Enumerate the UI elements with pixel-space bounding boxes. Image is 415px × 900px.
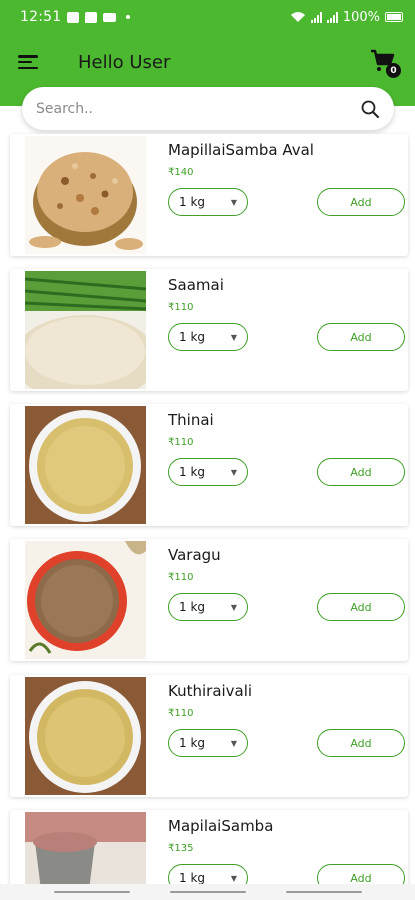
quantity-value: 1 kg — [179, 465, 206, 479]
quantity-value: 1 kg — [179, 736, 206, 750]
add-button[interactable]: Add — [317, 729, 405, 757]
status-bar: 12:51 100% — [0, 0, 415, 34]
product-name: Varagu — [168, 546, 221, 564]
nav-indicator-right[interactable] — [286, 891, 362, 893]
product-image-thinai — [25, 406, 146, 524]
menu-icon[interactable] — [18, 53, 40, 71]
add-button[interactable]: Add — [317, 593, 405, 621]
chevron-down-icon: ▼ — [230, 467, 237, 477]
product-card[interactable]: MapillaiSamba Aval ₹140 1 kg ▼ Add — [10, 134, 408, 256]
page-title: Hello User — [78, 51, 171, 73]
product-card[interactable]: Thinai ₹110 1 kg ▼ Add — [10, 404, 408, 526]
product-name: Saamai — [168, 276, 224, 294]
status-time: 12:51 — [20, 9, 62, 25]
product-name: Thinai — [168, 411, 214, 429]
product-name: Kuthiraivali — [168, 682, 253, 700]
quantity-value: 1 kg — [179, 330, 206, 344]
add-button[interactable]: Add — [317, 323, 405, 351]
product-card[interactable]: Saamai ₹110 1 kg ▼ Add — [10, 269, 408, 391]
chevron-down-icon: ▼ — [230, 197, 237, 207]
chevron-down-icon: ▼ — [230, 738, 237, 748]
chevron-down-icon: ▼ — [230, 602, 237, 612]
product-price: ₹135 — [168, 843, 194, 854]
product-price: ₹140 — [168, 167, 194, 178]
chevron-down-icon: ▼ — [230, 332, 237, 342]
battery-icon — [385, 12, 403, 22]
quantity-dropdown[interactable]: 1 kg ▼ — [168, 593, 248, 621]
quantity-dropdown[interactable]: 1 kg ▼ — [168, 458, 248, 486]
signal-strength-icon — [310, 11, 322, 23]
quantity-value: 1 kg — [179, 871, 206, 885]
wifi-icon — [290, 12, 305, 22]
cart-count-badge: 0 — [386, 63, 401, 78]
product-price: ₹110 — [168, 302, 194, 313]
quantity-dropdown[interactable]: 1 kg ▼ — [168, 188, 248, 216]
chevron-down-icon: ▼ — [230, 873, 237, 883]
search-input[interactable] — [36, 100, 360, 117]
nav-indicator-left[interactable] — [54, 891, 130, 893]
product-card[interactable]: Varagu ₹110 1 kg ▼ Add — [10, 539, 408, 661]
product-price: ₹110 — [168, 437, 194, 448]
system-navigation-bar — [0, 884, 415, 900]
quantity-dropdown[interactable]: 1 kg ▼ — [168, 323, 248, 351]
search-icon[interactable] — [360, 99, 380, 119]
product-image-kuthiraivali — [25, 677, 146, 795]
product-image-saamai — [25, 271, 146, 389]
product-price: ₹110 — [168, 708, 194, 719]
search-bar — [22, 87, 394, 130]
product-price: ₹110 — [168, 572, 194, 583]
nav-indicator-center[interactable] — [170, 891, 246, 893]
product-image-varagu — [25, 541, 146, 659]
product-card[interactable]: Kuthiraivali ₹110 1 kg ▼ Add — [10, 675, 408, 797]
product-name: MapillaiSamba Aval — [168, 141, 314, 159]
message-notification-icon — [85, 11, 98, 23]
quantity-value: 1 kg — [179, 195, 206, 209]
signal-strength-icon-2 — [326, 11, 338, 23]
product-name: MapilaiSamba — [168, 817, 274, 835]
gmail-notification-icon — [103, 12, 117, 22]
add-button[interactable]: Add — [317, 458, 405, 486]
gallery-notification-icon — [67, 11, 80, 23]
product-image-flattened-rice — [25, 136, 146, 254]
quantity-dropdown[interactable]: 1 kg ▼ — [168, 729, 248, 757]
battery-level: 100% — [342, 9, 380, 25]
cart-button[interactable]: 0 — [369, 48, 401, 78]
quantity-value: 1 kg — [179, 600, 206, 614]
add-button[interactable]: Add — [317, 188, 405, 216]
more-notifications-icon — [126, 15, 131, 19]
